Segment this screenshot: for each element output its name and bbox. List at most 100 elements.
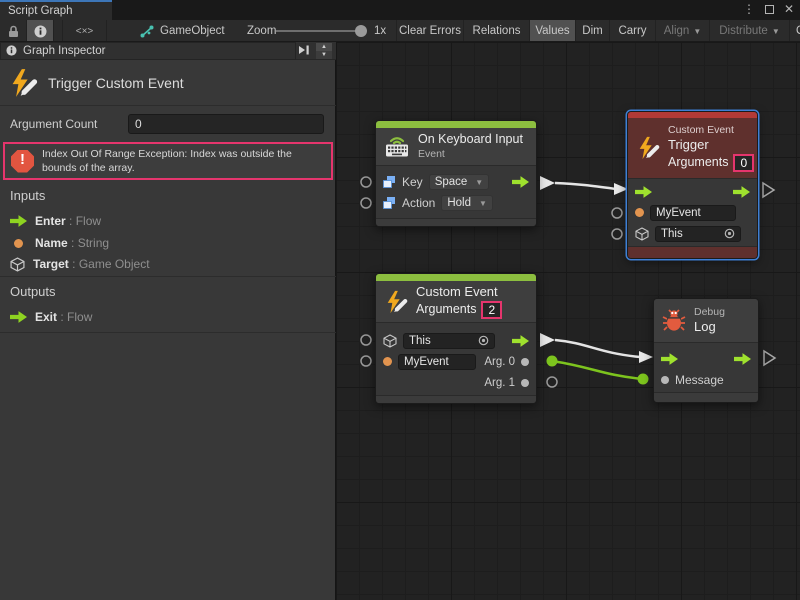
distribute-dropdown[interactable]: Distribute▼ bbox=[710, 20, 790, 42]
chevron-down-icon: ▼ bbox=[693, 27, 701, 36]
kebab-menu-icon[interactable]: ⋮ bbox=[743, 2, 755, 16]
graph-canvas[interactable]: On Keyboard Input Event Key Space▼ bbox=[336, 42, 800, 600]
flow-out-arrow-icon[interactable] bbox=[733, 186, 750, 198]
wire-arrowhead bbox=[639, 351, 653, 363]
node-debug-log[interactable]: Debug Log Message bbox=[653, 298, 759, 403]
maximize-icon[interactable] bbox=[765, 5, 774, 14]
arg1-port-icon[interactable] bbox=[521, 379, 529, 387]
event-name-input[interactable]: MyEvent bbox=[650, 205, 736, 221]
lock-button[interactable] bbox=[0, 20, 27, 42]
flow-out-arrow-icon[interactable] bbox=[512, 335, 529, 347]
dim-button[interactable]: Dim bbox=[576, 20, 610, 42]
string-port-icon bbox=[14, 239, 23, 248]
node-title: On Keyboard Input bbox=[418, 132, 523, 148]
window-controls: ⋮ ✕ bbox=[743, 1, 794, 17]
port-ce-name-input[interactable] bbox=[361, 356, 371, 366]
keyboard-icon bbox=[384, 134, 410, 158]
keyboard-key-row: Key Space▼ bbox=[376, 172, 536, 193]
wire-arg0-to-message[interactable] bbox=[552, 361, 643, 379]
port-trigger-name-input[interactable] bbox=[612, 208, 622, 218]
message-label: Message bbox=[675, 373, 724, 387]
target-object-picker[interactable]: This bbox=[403, 333, 495, 349]
port-debug-exit[interactable] bbox=[764, 351, 775, 365]
object-picker-icon[interactable] bbox=[478, 335, 489, 346]
node-custom-event[interactable]: Custom Event Arguments 2 This bbox=[375, 273, 537, 404]
graph-toolbar: <×> GameObject Zoom 1x Clear Errors Rela… bbox=[0, 20, 800, 42]
close-icon[interactable]: ✕ bbox=[784, 2, 794, 16]
event-name-input[interactable]: MyEvent bbox=[398, 354, 476, 370]
string-port-icon bbox=[383, 357, 392, 366]
port-trigger-target-input[interactable] bbox=[612, 229, 622, 239]
argument-count-input[interactable]: 0 bbox=[128, 114, 324, 134]
zoom-label: Zoom bbox=[247, 20, 276, 42]
node-on-keyboard-input[interactable]: On Keyboard Input Event Key Space▼ bbox=[375, 120, 537, 227]
code-view-button[interactable]: <×> bbox=[62, 20, 107, 42]
flow-output-connected-triangle[interactable] bbox=[540, 333, 555, 347]
unit-title-block: Trigger Custom Event bbox=[0, 60, 336, 106]
trigger-flow-row bbox=[628, 181, 757, 202]
wire-keyboard-to-trigger[interactable] bbox=[555, 183, 616, 189]
flow-in-arrow-icon[interactable] bbox=[635, 186, 652, 198]
lock-icon bbox=[8, 25, 19, 38]
node-trigger-custom-event[interactable]: Custom Event Trigger Arguments 0 bbox=[627, 111, 758, 259]
custom-event-bolt-icon bbox=[384, 290, 408, 314]
chevron-down-icon: ▼ bbox=[475, 178, 483, 187]
node-title: Trigger bbox=[668, 137, 754, 153]
carry-button[interactable]: Carry bbox=[610, 20, 656, 42]
port-ce-target-input[interactable] bbox=[361, 335, 371, 345]
node-event-bar bbox=[376, 121, 536, 128]
scroll-spinner[interactable]: ▲▼ bbox=[316, 43, 332, 59]
align-dropdown[interactable]: Align▼ bbox=[656, 20, 710, 42]
values-button[interactable]: Values bbox=[530, 20, 576, 42]
message-port-icon[interactable] bbox=[661, 376, 669, 384]
flow-output-connected-triangle[interactable] bbox=[540, 176, 555, 190]
error-message-box: Index Out Of Range Exception: Index was … bbox=[3, 142, 333, 180]
action-dropdown[interactable]: Hold▼ bbox=[441, 195, 493, 211]
arg1-label: Arg. 1 bbox=[484, 377, 515, 389]
zoom-slider-knob[interactable] bbox=[355, 25, 367, 37]
port-arg1-output[interactable] bbox=[547, 377, 557, 387]
gameobject-reference[interactable]: GameObject bbox=[140, 20, 225, 42]
port-action-input[interactable] bbox=[361, 198, 371, 208]
port-key-input[interactable] bbox=[361, 177, 371, 187]
object-picker-icon[interactable] bbox=[724, 228, 735, 239]
argument-count-row: Argument Count 0 bbox=[0, 114, 336, 136]
scroll-up-icon[interactable]: ▲ bbox=[316, 43, 332, 51]
bug-icon bbox=[662, 309, 686, 332]
wire-customevent-to-debug[interactable] bbox=[555, 340, 640, 357]
graph-inspector-panel: Graph Inspector ▲▼ Trigger Custom Event … bbox=[0, 42, 336, 600]
scroll-down-icon[interactable]: ▼ bbox=[316, 51, 332, 59]
port-message-input-connected[interactable] bbox=[638, 374, 649, 385]
port-trigger-exit[interactable] bbox=[763, 183, 774, 197]
tab-script-graph[interactable]: Script Graph bbox=[0, 0, 112, 20]
inspector-toggle-button[interactable] bbox=[27, 20, 54, 42]
arguments-count-error-box[interactable]: 0 bbox=[733, 154, 754, 172]
arg0-port-icon[interactable] bbox=[521, 358, 529, 366]
key-dropdown[interactable]: Space▼ bbox=[429, 174, 490, 190]
enum-icon bbox=[383, 197, 396, 209]
inputs-section-title: Inputs bbox=[10, 188, 45, 203]
node-subtitle: Custom Event bbox=[668, 124, 754, 137]
overview-button[interactable]: Overview bbox=[790, 20, 800, 42]
zoom-slider-track[interactable] bbox=[276, 30, 366, 32]
arguments-count-error-box[interactable]: 2 bbox=[481, 301, 502, 319]
target-object-picker[interactable]: This bbox=[655, 226, 741, 242]
unity-script-graph-window: Script Graph ⋮ ✕ <×> GameObject Zo bbox=[0, 0, 800, 600]
zoom-value: 1x bbox=[374, 20, 386, 42]
ce-target-row: This bbox=[376, 330, 536, 351]
flow-out-arrow-icon[interactable] bbox=[512, 176, 529, 188]
chevron-down-icon: ▼ bbox=[772, 27, 780, 36]
argument-count-label: Argument Count bbox=[10, 117, 97, 131]
enum-icon bbox=[383, 176, 396, 188]
arg0-label: Arg. 0 bbox=[484, 356, 515, 368]
dock-panel-icon[interactable] bbox=[298, 45, 310, 55]
custom-event-bolt-icon bbox=[636, 136, 660, 160]
flow-out-arrow-icon[interactable] bbox=[734, 353, 751, 365]
relations-button[interactable]: Relations bbox=[464, 20, 530, 42]
error-text: Index Out Of Range Exception: Index was … bbox=[42, 147, 325, 175]
clear-errors-button[interactable]: Clear Errors bbox=[396, 20, 464, 42]
tab-strip: Script Graph ⋮ ✕ bbox=[0, 0, 800, 20]
cube-icon bbox=[383, 334, 397, 348]
ce-arg1-row: Arg. 1 bbox=[376, 372, 536, 393]
flow-in-arrow-icon[interactable] bbox=[661, 353, 678, 365]
